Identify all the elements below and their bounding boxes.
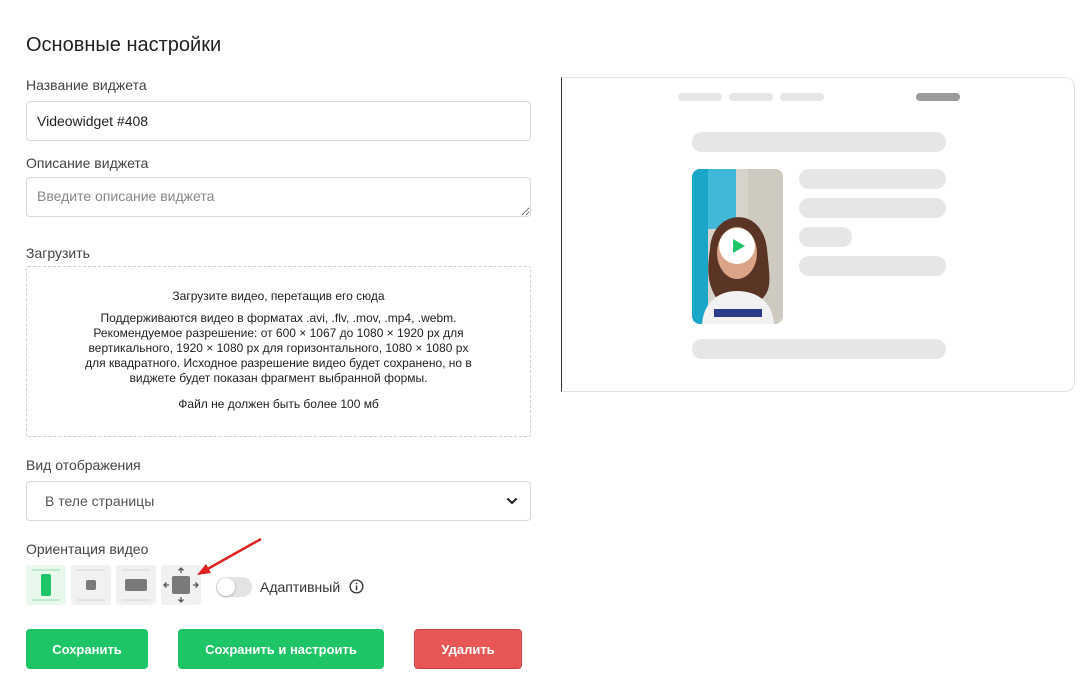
orientation-label: Ориентация видео — [26, 541, 149, 557]
preview-video-thumbnail — [692, 169, 783, 324]
orientation-square-button[interactable] — [71, 565, 111, 605]
preview-text-placeholder — [799, 198, 946, 218]
widget-description-label: Описание виджета — [26, 155, 149, 171]
widget-description-input[interactable] — [26, 177, 531, 217]
delete-button[interactable]: Удалить — [414, 629, 522, 669]
widget-preview — [561, 77, 1075, 392]
info-icon[interactable] — [349, 579, 364, 594]
preview-nav-placeholder — [678, 93, 722, 101]
page-title: Основные настройки — [26, 34, 222, 56]
preview-nav-active-placeholder — [916, 93, 960, 101]
upload-dropzone[interactable]: Загрузите видео, перетащив его сюда Подд… — [26, 266, 531, 437]
preview-text-placeholder — [799, 256, 946, 276]
chevron-down-icon — [507, 498, 517, 504]
display-mode-select[interactable]: В теле страницы — [26, 481, 531, 521]
orientation-vertical-button[interactable] — [26, 565, 66, 605]
preview-text-placeholder — [799, 169, 946, 189]
play-button[interactable] — [719, 228, 755, 264]
preview-text-placeholder — [799, 227, 852, 247]
horizontal-orientation-icon — [122, 569, 150, 601]
orientation-horizontal-button[interactable] — [116, 565, 156, 605]
widget-name-label: Название виджета — [26, 77, 147, 93]
upload-title: Загрузите видео, перетащив его сюда — [172, 289, 385, 303]
save-button[interactable]: Сохранить — [26, 629, 148, 669]
save-and-configure-button[interactable]: Сохранить и настроить — [178, 629, 384, 669]
display-mode-label: Вид отображения — [26, 457, 141, 473]
preview-nav-placeholder — [780, 93, 824, 101]
preview-footer-placeholder — [692, 339, 946, 359]
upload-details: Поддерживаются видео в форматах .avi, .f… — [85, 311, 472, 385]
preview-nav-placeholder — [729, 93, 773, 101]
display-mode-value: В теле страницы — [45, 493, 155, 509]
upload-size-limit: Файл не должен быть более 100 мб — [178, 397, 379, 411]
upload-label: Загрузить — [26, 245, 90, 261]
preview-heading-placeholder — [692, 132, 946, 152]
vertical-orientation-icon — [32, 569, 60, 601]
annotation-arrow-icon — [197, 537, 262, 575]
widget-name-input[interactable] — [26, 101, 531, 141]
square-orientation-icon — [77, 569, 105, 601]
play-icon — [733, 239, 745, 253]
